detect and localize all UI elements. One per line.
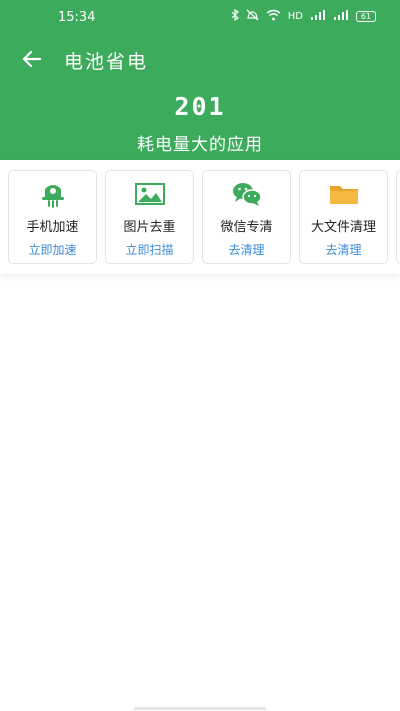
status-bar: 15:34 HD 61 bbox=[0, 0, 400, 34]
card-label: 大文件清理 bbox=[310, 220, 376, 235]
status-time: 15:34 bbox=[58, 10, 96, 25]
page-subtitle: 耗电量大的应用 bbox=[137, 135, 263, 155]
status-icons: HD 61 bbox=[231, 8, 376, 24]
card-label: 微信专清 bbox=[220, 220, 273, 235]
signal-icon bbox=[310, 9, 326, 24]
image-icon bbox=[134, 180, 166, 208]
go-clean-link[interactable]: 去清理 bbox=[203, 241, 290, 258]
card-phone-boost[interactable]: 手机加速 立即加速 bbox=[8, 170, 97, 264]
card-label: 图片去重 bbox=[123, 220, 176, 235]
boost-now-link[interactable]: 立即加速 bbox=[9, 241, 96, 258]
card-image-dedupe[interactable]: 图片去重 立即扫描 bbox=[105, 170, 194, 264]
signal-icon bbox=[333, 9, 349, 24]
card-label: 手机加速 bbox=[26, 220, 79, 235]
go-clean-link[interactable]: 去清理 bbox=[300, 241, 387, 258]
scan-now-link[interactable]: 立即扫描 bbox=[106, 241, 193, 258]
mute-icon bbox=[246, 9, 259, 24]
back-arrow-icon[interactable] bbox=[18, 45, 46, 73]
page-title: 电池省电 bbox=[64, 51, 149, 73]
app-count: 201 bbox=[174, 92, 226, 121]
header: 电池省电 201 耗电量大的应用 bbox=[0, 34, 400, 160]
battery-icon: 61 bbox=[356, 11, 376, 22]
hd-badge: HD bbox=[287, 11, 303, 22]
bluetooth-icon bbox=[231, 8, 239, 24]
card-large-file-clean[interactable]: 大文件清理 去清理 bbox=[299, 170, 388, 264]
card-partial[interactable] bbox=[396, 170, 400, 264]
home-indicator[interactable] bbox=[134, 707, 266, 710]
rocket-icon bbox=[37, 180, 69, 208]
wechat-icon bbox=[231, 180, 263, 208]
folder-icon bbox=[328, 180, 360, 208]
wifi-icon bbox=[266, 9, 281, 24]
tools-strip: 手机加速 立即加速 图片去重 立即扫描 微信专清 去清理 大文件清理 去清理 bbox=[0, 160, 400, 274]
card-wechat-clean[interactable]: 微信专清 去清理 bbox=[202, 170, 291, 264]
